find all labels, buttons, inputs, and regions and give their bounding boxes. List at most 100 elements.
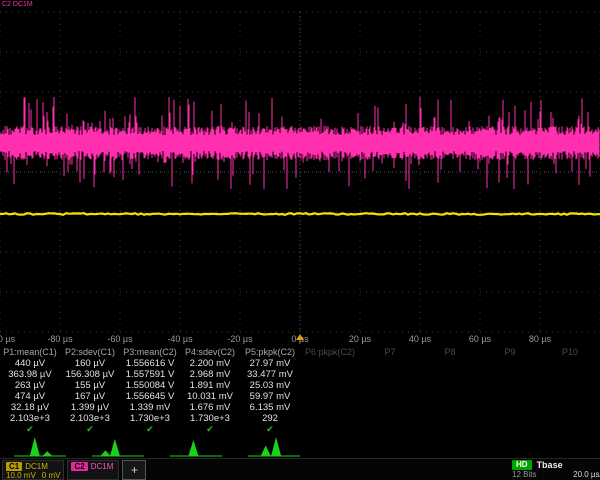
meas-value (360, 391, 420, 402)
meas-value (360, 402, 420, 413)
meas-value: 25.03 mV (240, 380, 300, 391)
channel-c2-coupling: DC1M (91, 462, 114, 471)
time-label: -20 µs (227, 334, 252, 344)
meas-value: 32.18 µV (0, 402, 60, 413)
resolution-bits-label: 12 Bits (512, 470, 536, 480)
channel-c1-badge[interactable]: C1 (6, 462, 22, 471)
meas-value: 2.103e+3 (0, 413, 60, 424)
meas-value: 10.031 mV (180, 391, 240, 402)
meas-value (420, 369, 480, 380)
meas-value (300, 402, 360, 413)
meas-value: 59.97 mV (240, 391, 300, 402)
meas-header: P7 (360, 347, 420, 358)
histicon[interactable] (170, 435, 222, 457)
meas-value (540, 413, 600, 424)
meas-value: 2.968 mV (180, 369, 240, 380)
trace-c1[interactable] (0, 213, 600, 215)
meas-value: 292 (240, 413, 300, 424)
channel-descriptor-c2[interactable]: C2 DC1M (67, 460, 119, 480)
channel-descriptors: C1 DC1M 10.0 mV 0 mV C2 DC1M + (2, 460, 146, 480)
meas-value (300, 413, 360, 424)
meas-value (540, 402, 600, 413)
meas-value (480, 380, 540, 391)
bottom-bar: C1 DC1M 10.0 mV 0 mV C2 DC1M + (0, 458, 600, 480)
meas-value: 156.308 µV (60, 369, 120, 380)
time-label: -60 µs (107, 334, 132, 344)
meas-value (420, 402, 480, 413)
trace-c2[interactable] (0, 97, 599, 189)
meas-status-check: ✔ (0, 424, 60, 434)
channel-c1-vdiv: 10.0 mV (6, 471, 36, 480)
channel-c2-badge[interactable]: C2 (71, 462, 87, 471)
channel-c1-offset: 0 mV (42, 471, 61, 480)
timebase-label: Tbase (537, 460, 563, 470)
meas-value: 155 µV (60, 380, 120, 391)
meas-value (420, 391, 480, 402)
meas-value (480, 358, 540, 369)
channel-descriptor-c1[interactable]: C1 DC1M 10.0 mV 0 mV (2, 460, 64, 480)
histicon[interactable] (14, 435, 66, 457)
meas-value (480, 413, 540, 424)
meas-value: 33.477 mV (240, 369, 300, 380)
meas-value: 1.556616 V (120, 358, 180, 369)
meas-value: 1.730e+3 (120, 413, 180, 424)
histicon-row (0, 434, 600, 458)
meas-value: 27.97 mV (240, 358, 300, 369)
meas-value: 1.399 µV (60, 402, 120, 413)
channel-c1-coupling: DC1M (25, 462, 48, 471)
meas-header[interactable]: P5:pkpk(C2) (240, 347, 300, 358)
time-label: -80 µs (47, 334, 72, 344)
meas-value: 1.730e+3 (180, 413, 240, 424)
measure-table: P1:mean(C1)P2:sdev(C1)P3:mean(C2)P4:sdev… (0, 347, 600, 434)
meas-status-check (540, 424, 600, 434)
meas-value (540, 391, 600, 402)
time-label: -40 µs (167, 334, 192, 344)
meas-status-check: ✔ (60, 424, 120, 434)
meas-status-check: ✔ (120, 424, 180, 434)
meas-status-check: ✔ (180, 424, 240, 434)
add-trace-button[interactable]: + (122, 460, 146, 480)
timebase-value: 20.0 µs/div (573, 470, 600, 480)
meas-header: P8 (420, 347, 480, 358)
timebase-descriptor[interactable]: HD Tbase 12 Bits 20.0 µs/div (512, 460, 600, 480)
meas-value: 1.339 mV (120, 402, 180, 413)
meas-header[interactable]: P2:sdev(C1) (60, 347, 120, 358)
meas-value (300, 380, 360, 391)
meas-value: 440 µV (0, 358, 60, 369)
time-label: -100 µs (0, 334, 15, 344)
top-left-annotation: C2 DC1M (2, 1, 33, 9)
trigger-time-marker[interactable] (296, 334, 304, 340)
time-label: 60 µs (469, 334, 491, 344)
meas-value: 1.557591 V (120, 369, 180, 380)
hd-mode-badge: HD (512, 460, 532, 470)
meas-header: P10 (540, 347, 600, 358)
meas-value (420, 413, 480, 424)
meas-value: 1.891 mV (180, 380, 240, 391)
meas-value: 1.556645 V (120, 391, 180, 402)
histicon[interactable] (248, 435, 300, 457)
meas-value (540, 380, 600, 391)
meas-value (360, 369, 420, 380)
meas-header[interactable]: P3:mean(C2) (120, 347, 180, 358)
meas-value: 1.550084 V (120, 380, 180, 391)
meas-value (300, 369, 360, 380)
meas-value: 6.135 mV (240, 402, 300, 413)
meas-header: P6:pkpk(C2) (300, 347, 360, 358)
meas-value: 474 µV (0, 391, 60, 402)
meas-value (480, 369, 540, 380)
meas-value (540, 369, 600, 380)
meas-status-check: ✔ (240, 424, 300, 434)
meas-value: 2.200 mV (180, 358, 240, 369)
meas-value: 167 µV (60, 391, 120, 402)
meas-value (360, 380, 420, 391)
meas-value (480, 402, 540, 413)
meas-status-check (480, 424, 540, 434)
histicon[interactable] (92, 435, 144, 457)
meas-header[interactable]: P1:mean(C1) (0, 347, 60, 358)
time-label: 20 µs (349, 334, 371, 344)
meas-value (540, 358, 600, 369)
meas-value (420, 358, 480, 369)
meas-status-check (360, 424, 420, 434)
meas-header[interactable]: P4:sdev(C2) (180, 347, 240, 358)
meas-value (360, 413, 420, 424)
